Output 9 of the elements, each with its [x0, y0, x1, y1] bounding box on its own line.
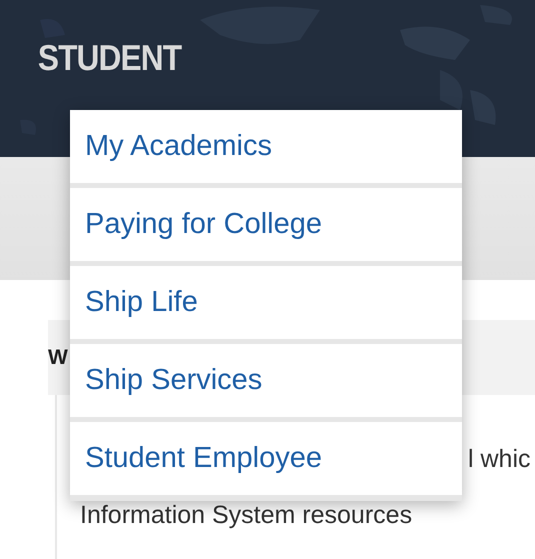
menu-item[interactable]: Ship Services — [70, 344, 462, 417]
panel-heading: W — [48, 346, 68, 370]
menu-item[interactable]: Student Employee — [70, 422, 462, 495]
menu-item[interactable]: Ship Life — [70, 266, 462, 339]
menu-item[interactable]: My Academics — [70, 110, 462, 183]
body-text: Information System resources — [80, 500, 412, 531]
body-text: l whic — [468, 444, 531, 475]
section-title: STUDENT — [36, 36, 183, 78]
menu-item[interactable]: Paying for College — [70, 188, 462, 261]
